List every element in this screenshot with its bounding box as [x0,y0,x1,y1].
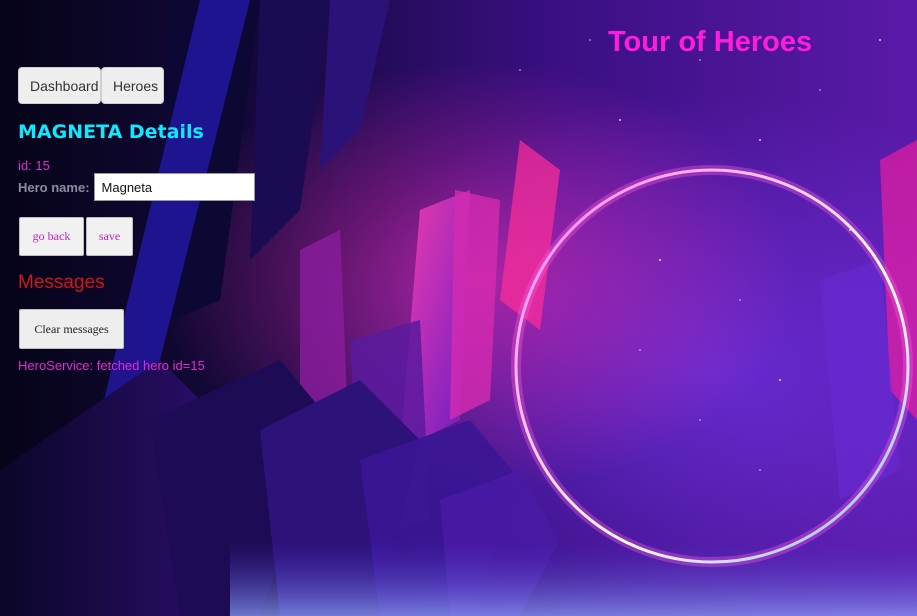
go-back-button[interactable]: go back [19,217,84,256]
app-title: Tour of Heroes [608,26,813,58]
nav-dashboard-link[interactable]: Dashboard [18,67,101,104]
hero-name-row: Hero name: [18,173,255,201]
hero-name-input[interactable] [93,173,255,201]
hero-details-title: MAGNETA Details [18,121,204,143]
hero-name-label: Hero name: [18,179,90,195]
clear-messages-button[interactable]: Clear messages [19,309,124,349]
main-nav: Dashboard Heroes [18,67,164,104]
save-button[interactable]: save [86,217,133,256]
messages-title: Messages [18,272,105,293]
page-content: Tour of Heroes Dashboard Heroes MAGNETA … [0,0,917,616]
hero-id: id: 15 [18,158,50,173]
message-item: HeroService: fetched hero id=15 [18,358,205,373]
nav-heroes-link[interactable]: Heroes [101,67,164,104]
